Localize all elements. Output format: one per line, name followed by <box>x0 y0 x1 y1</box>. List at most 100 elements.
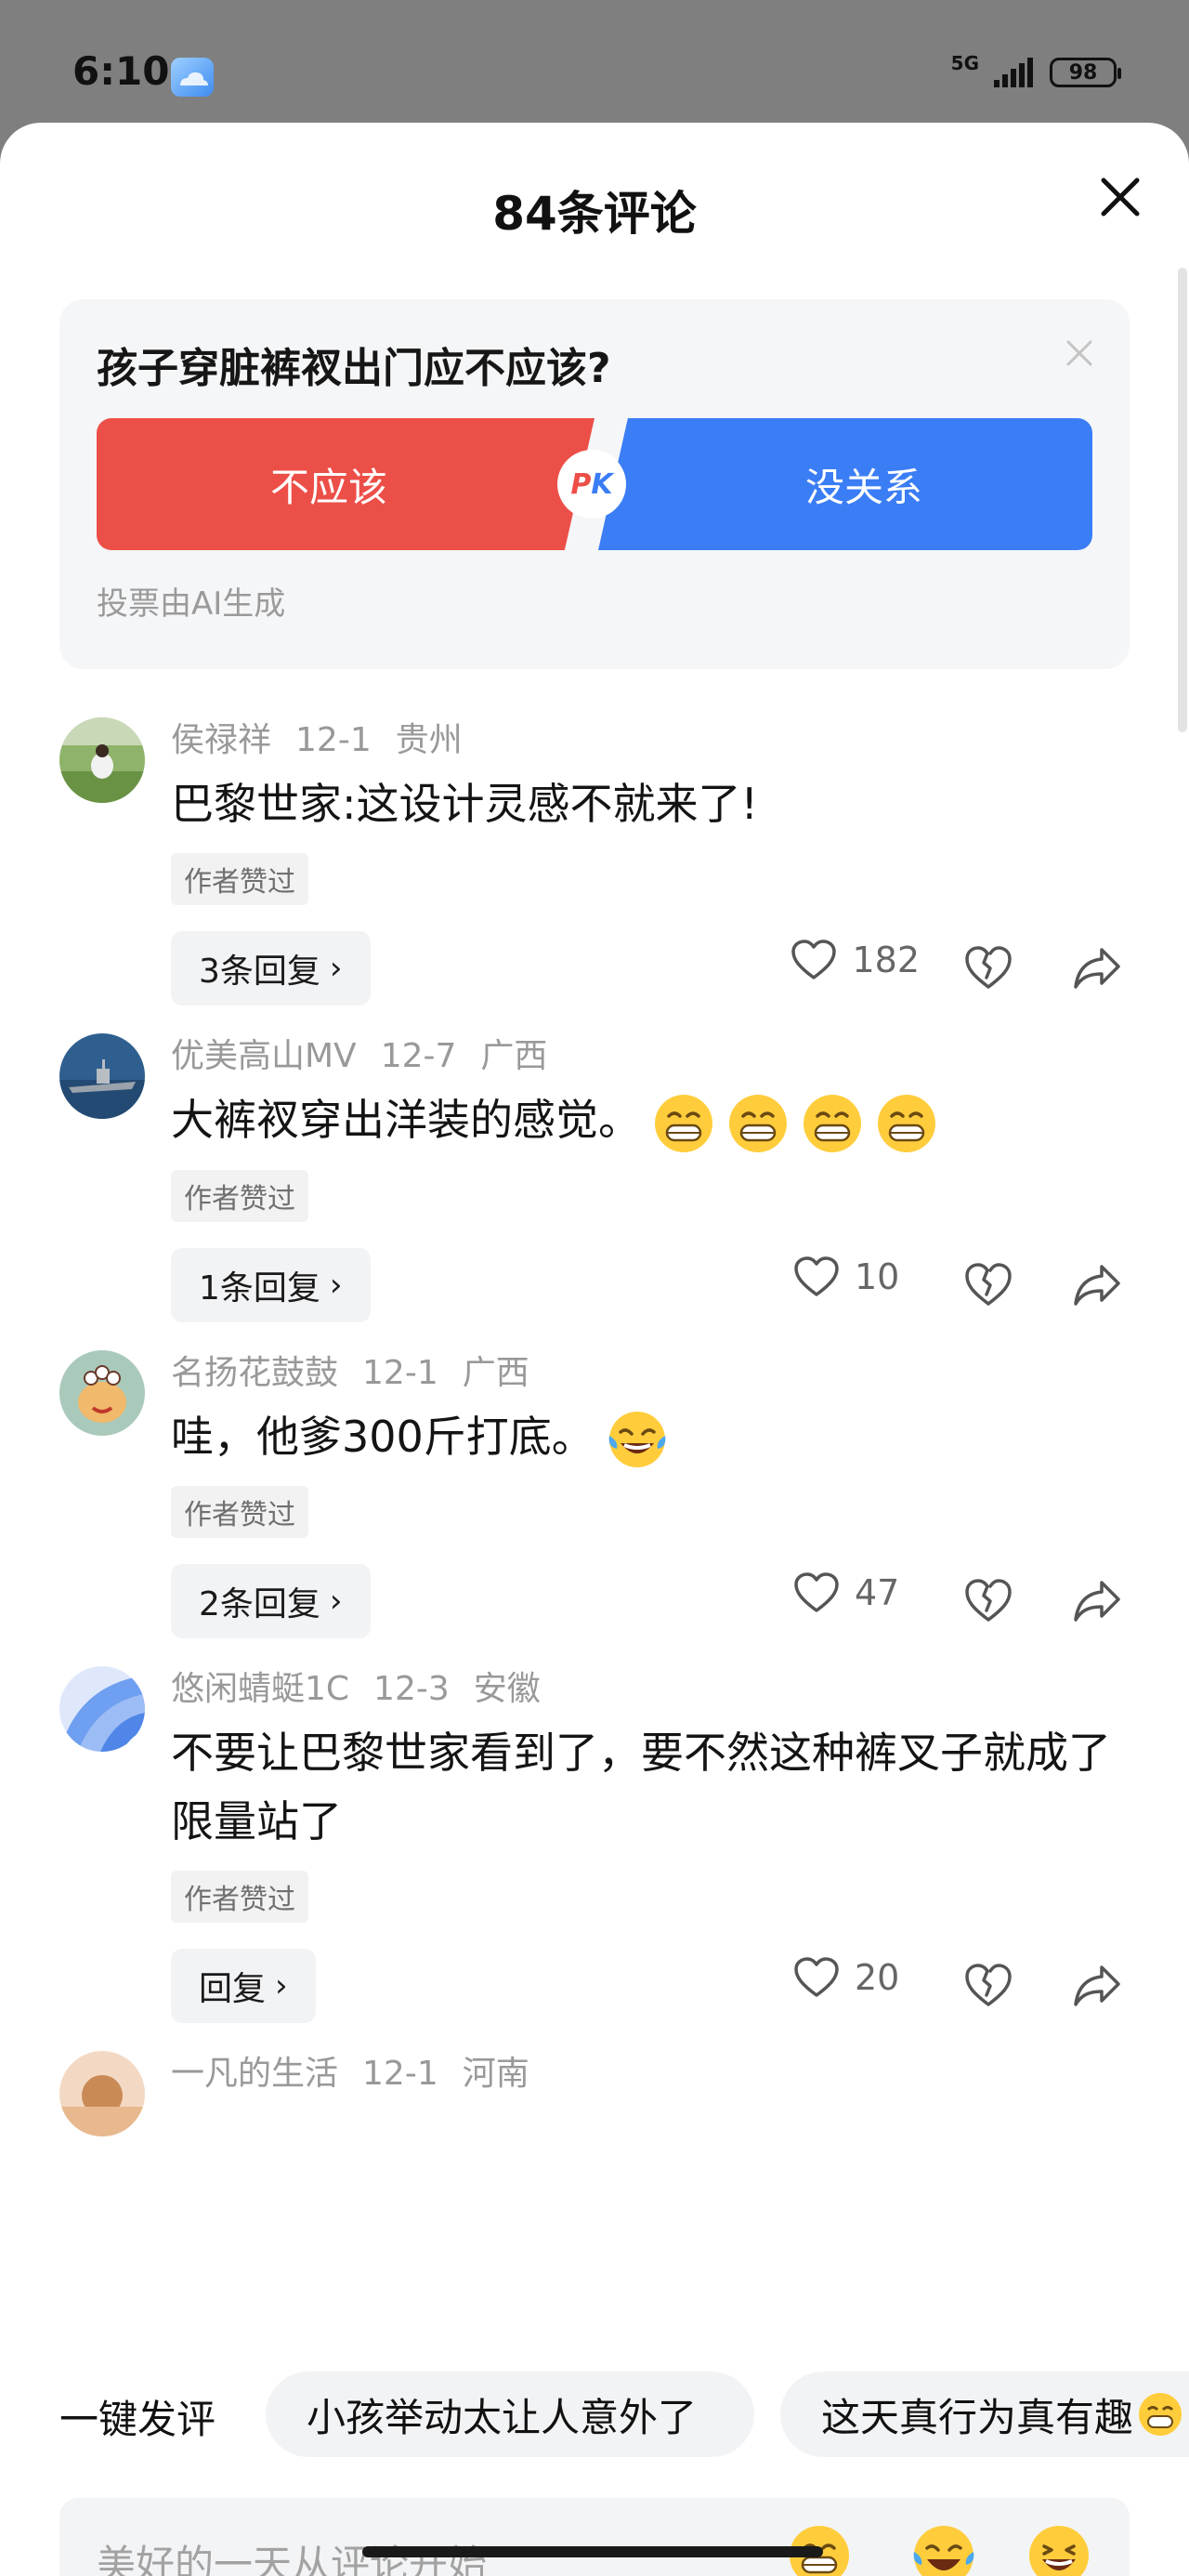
comment-meta: 优美高山MV 12-7 广西 <box>171 1033 1152 1080</box>
replies-label: 1条回复 <box>199 1268 320 1308</box>
like-button[interactable]: 20 <box>793 1956 920 1999</box>
avatar[interactable] <box>59 1349 145 1436</box>
avatar[interactable] <box>59 717 145 803</box>
pk-letter-p: P <box>570 467 592 501</box>
comment-location: 广西 <box>480 1037 548 1075</box>
chevron-right-icon: › <box>275 1967 288 2004</box>
comments-sheet: 84条评论 孩子穿脏裤衩出门应不应该? 不应该 没关系 PK 投票由AI生成 侯… <box>0 123 1189 2576</box>
share-icon[interactable] <box>1072 944 1122 992</box>
comment-actions: 3条回复 › 182 <box>171 931 1152 1005</box>
comment-date: 12-1 <box>362 1353 438 1392</box>
comment-location: 贵州 <box>395 721 463 759</box>
pk-letter-k: K <box>591 467 613 501</box>
heart-icon <box>791 940 837 979</box>
view-replies-button[interactable]: 2条回复 › <box>171 1564 371 1638</box>
grin-emoji <box>1139 2393 1182 2436</box>
comment-date: 12-7 <box>380 1037 457 1075</box>
grin-emoji <box>655 1094 712 1152</box>
poll-option-disagree[interactable]: 不应该 <box>97 418 594 550</box>
comment-user[interactable]: 名扬花鼓鼓 <box>171 1354 338 1392</box>
comment-user[interactable]: 悠闲蜻蜓1C <box>171 1670 349 1708</box>
comment-meta: 侯禄祥 12-1 贵州 <box>171 717 1152 764</box>
close-icon[interactable] <box>1091 167 1150 227</box>
comment-list: 侯禄祥 12-1 贵州 巴黎世家:这设计灵感不就来了! 作者赞过 3条回复 › 182 <box>0 717 1189 2247</box>
reply-button[interactable]: 回复 › <box>171 1949 316 2023</box>
grin-emoji <box>878 1094 935 1152</box>
view-replies-button[interactable]: 1条回复 › <box>171 1247 371 1322</box>
comment-meta: 名扬花鼓鼓 12-1 广西 <box>171 1350 1152 1397</box>
replies-label: 回复 <box>199 1970 267 2008</box>
avatar[interactable] <box>59 1666 145 1752</box>
grin-emoji <box>729 1094 787 1152</box>
comment-user[interactable]: 一凡的生活 <box>171 2055 338 2093</box>
scrollbar[interactable] <box>1178 268 1187 732</box>
author-liked-badge: 作者赞过 <box>171 1871 308 1923</box>
status-bar: 6:10 5G 98 <box>0 0 1189 123</box>
avatar[interactable] <box>59 2051 145 2136</box>
poll-dismiss-icon[interactable] <box>1059 333 1100 374</box>
heart-icon <box>794 1572 839 1612</box>
comment-date: 12-1 <box>295 721 372 759</box>
comment-actions: 回复 › 20 <box>171 1949 1152 2023</box>
status-indicators: 5G 98 <box>951 54 1121 87</box>
comment-item: 名扬花鼓鼓 12-1 广西 哇，他爹300斤打底。 作者赞过 2条回复 › 47 <box>0 1349 1189 1638</box>
comment-user[interactable]: 优美高山MV <box>171 1037 357 1075</box>
heart-icon <box>794 1255 839 1296</box>
poll-option-label: 不应该 <box>269 464 387 510</box>
network-label: 5G <box>950 52 979 74</box>
comment-actions: 2条回复 › 47 <box>171 1564 1152 1638</box>
replies-label: 3条回复 <box>199 953 320 991</box>
weather-icon <box>171 58 214 97</box>
comment-date: 12-3 <box>373 1670 450 1708</box>
author-liked-badge: 作者赞过 <box>171 1169 308 1222</box>
like-count: 182 <box>852 940 920 980</box>
broken-heart-icon[interactable] <box>962 1259 1014 1311</box>
comment-item: 侯禄祥 12-1 贵州 巴黎世家:这设计灵感不就来了! 作者赞过 3条回复 › 182 <box>0 717 1189 1005</box>
broken-heart-icon[interactable] <box>962 1575 1014 1627</box>
broken-heart-icon[interactable] <box>962 942 1014 994</box>
comment-text: 大裤衩穿出洋装的感觉。 <box>171 1095 641 1145</box>
comment-meta: 悠闲蜻蜓1C 12-3 安徽 <box>171 1666 1152 1713</box>
poll-note: 投票由AI生成 <box>97 585 286 623</box>
heart-icon <box>794 1957 839 1997</box>
comment-actions: 1条回复 › 10 <box>171 1247 1152 1322</box>
like-button[interactable]: 10 <box>793 1255 920 1298</box>
chevron-right-icon: › <box>329 1266 343 1304</box>
broken-heart-icon[interactable] <box>962 1960 1014 2012</box>
battery-level: 98 <box>1068 60 1098 85</box>
chevron-right-icon: › <box>329 1583 343 1620</box>
laugh-cry-emoji[interactable] <box>910 2522 977 2576</box>
laugh-emoji[interactable] <box>1026 2522 1092 2576</box>
comment-user[interactable]: 侯禄祥 <box>171 721 271 759</box>
poll-option-agree[interactable]: 没关系 <box>598 418 1092 550</box>
comment-text: 巴黎世家:这设计灵感不就来了! <box>171 779 758 829</box>
view-replies-button[interactable]: 3条回复 › <box>171 931 371 1005</box>
avatar[interactable] <box>59 1033 145 1119</box>
quick-comment-label: 一键发评 <box>59 2397 216 2442</box>
share-icon[interactable] <box>1072 1577 1122 1625</box>
like-button[interactable]: 182 <box>790 939 920 981</box>
battery-icon: 98 <box>1050 58 1121 87</box>
home-indicator[interactable] <box>362 2546 823 2557</box>
quick-comment-chip[interactable]: 小孩举动太让人意外了 <box>266 2372 754 2457</box>
sheet-title: 84条评论 <box>492 187 697 241</box>
comment-item: 悠闲蜻蜓1C 12-3 安徽 不要让巴黎世家看到了，要不然这种裤叉子就成了限量站了 … <box>0 1666 1189 2023</box>
author-liked-badge: 作者赞过 <box>171 1486 308 1538</box>
chevron-right-icon: › <box>329 950 343 987</box>
comment-input[interactable]: 美好的一天从评论开始 <box>59 2498 1130 2576</box>
status-time: 6:10 <box>72 48 170 94</box>
quick-comment-chip[interactable]: 这天真行为真有趣 <box>780 2372 1189 2457</box>
poll-card: 孩子穿脏裤衩出门应不应该? 不应该 没关系 PK 投票由AI生成 <box>59 299 1130 669</box>
comment-text: 哇，他爹300斤打底。 <box>171 1411 594 1462</box>
grin-emoji <box>804 1094 861 1152</box>
signal-icon <box>994 58 1033 87</box>
quick-comment-row: 一键发评 小孩举动太让人意外了 这天真行为真有趣 <box>0 2368 1189 2457</box>
quick-comment-chip-label: 这天真行为真有趣 <box>821 2394 1134 2440</box>
like-button[interactable]: 47 <box>793 1571 920 1614</box>
share-icon[interactable] <box>1072 1261 1122 1309</box>
share-icon[interactable] <box>1072 1962 1122 2010</box>
poll-options: 不应该 没关系 PK <box>97 418 1092 550</box>
laugh-cry-emoji <box>608 1412 666 1467</box>
like-count: 10 <box>855 1255 900 1297</box>
comment-meta: 一凡的生活 12-1 河南 <box>171 2051 1152 2097</box>
